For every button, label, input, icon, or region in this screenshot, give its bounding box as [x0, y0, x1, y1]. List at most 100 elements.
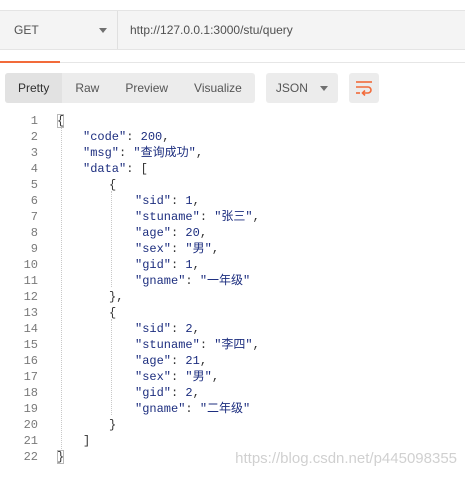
format-dropdown[interactable]: JSON — [265, 73, 338, 103]
json-value: 200 — [140, 130, 163, 144]
code-text: "sex": "男", — [135, 241, 219, 257]
json-punctuation: : — [171, 242, 186, 256]
line-number: 7 — [30, 210, 38, 224]
json-key: "age" — [135, 226, 172, 240]
code-text: }, — [109, 289, 123, 305]
code-text: "sex": "男", — [135, 369, 219, 385]
url-input[interactable]: http://127.0.0.1:3000/stu/query — [118, 11, 465, 49]
line-number: 12 — [23, 290, 38, 304]
code-line: 12}, — [0, 289, 465, 305]
request-bar: GET http://127.0.0.1:3000/stu/query — [0, 10, 465, 50]
line-number: 10 — [23, 258, 38, 272]
code-text: "stuname": "李四", — [135, 337, 260, 353]
line-number: 9 — [30, 242, 38, 256]
code-line: 17 "sex": "男", — [0, 369, 465, 385]
code-text: "gname": "一年级" — [135, 273, 250, 289]
json-key: "gid" — [135, 258, 172, 272]
json-punctuation: { — [57, 114, 65, 128]
wrap-lines-icon — [355, 81, 372, 96]
json-punctuation: , — [162, 130, 170, 144]
code-line: 15 "stuname": "李四", — [0, 337, 465, 353]
method-dropdown[interactable]: GET — [0, 11, 118, 49]
json-key: "stuname" — [135, 338, 200, 352]
response-toolbar: Pretty Raw Preview Visualize JSON — [5, 73, 379, 103]
code-line: 19 "gname": "二年级" — [0, 401, 465, 417]
response-body-editor[interactable]: 1{2 "code": 200, 3 "msg": "查询成功", 4 "data": [… — [0, 113, 465, 469]
json-punctuation: , — [252, 210, 260, 224]
json-punctuation: { — [109, 178, 117, 192]
json-punctuation: : — [199, 210, 215, 224]
json-key: "code" — [83, 130, 127, 144]
json-punctuation: , — [192, 322, 200, 336]
line-number: 21 — [23, 434, 38, 448]
url-text: http://127.0.0.1:3000/stu/query — [130, 23, 293, 37]
code-line: 6 "sid": 1, — [0, 193, 465, 209]
json-punctuation: : — [119, 146, 134, 160]
json-value: 2 — [185, 322, 193, 336]
json-punctuation: { — [109, 306, 117, 320]
json-punctuation: } — [57, 450, 65, 464]
json-value: 21 — [185, 354, 200, 368]
line-number: 5 — [30, 178, 38, 192]
code-line: 21] — [0, 433, 465, 449]
active-tab-indicator — [0, 61, 60, 63]
json-punctuation: , — [199, 354, 208, 368]
json-value: "查询成功" — [133, 146, 196, 160]
code-text: "data": [ — [83, 161, 148, 177]
json-value: "张三" — [214, 210, 253, 224]
json-punctuation: : — [171, 370, 186, 384]
code-text: "code": 200, — [83, 129, 169, 145]
line-number: 8 — [30, 226, 38, 240]
code-line: 3 "msg": "查询成功", — [0, 145, 465, 161]
code-text: "age": 20, — [135, 225, 207, 241]
json-punctuation: , — [199, 226, 208, 240]
tab-raw[interactable]: Raw — [62, 73, 112, 103]
json-punctuation: } — [109, 418, 117, 432]
json-punctuation: , — [211, 370, 220, 384]
json-key: "sex" — [135, 242, 172, 256]
view-mode-tabs: Pretty Raw Preview Visualize — [5, 73, 255, 103]
code-text: "sid": 2, — [135, 321, 200, 337]
wrap-lines-button[interactable] — [348, 73, 379, 103]
postman-response-view: GET http://127.0.0.1:3000/stu/query Pret… — [0, 0, 465, 479]
code-text: } — [57, 449, 64, 465]
code-text: ] — [83, 433, 90, 449]
json-value: "李四" — [214, 338, 253, 352]
json-punctuation: : — [171, 386, 186, 400]
code-line: 4 "data": [ — [0, 161, 465, 177]
tab-visualize[interactable]: Visualize — [181, 73, 255, 103]
json-key: "data" — [83, 162, 127, 176]
code-text: { — [109, 177, 116, 193]
json-punctuation: : — [185, 274, 200, 288]
json-value: "男" — [185, 242, 212, 256]
json-key: "age" — [135, 354, 172, 368]
code-line: 10 "gid": 1, — [0, 257, 465, 273]
code-text: "gname": "二年级" — [135, 401, 250, 417]
code-line: 2 "code": 200, — [0, 129, 465, 145]
json-key: "gid" — [135, 386, 172, 400]
json-key: "msg" — [83, 146, 120, 160]
code-line: 8 "age": 20, — [0, 225, 465, 241]
tab-underline-divider — [0, 62, 465, 63]
json-value: 1 — [185, 258, 193, 272]
json-punctuation: ] — [83, 434, 91, 448]
code-text: { — [109, 305, 116, 321]
json-value: "一年级" — [199, 274, 251, 288]
code-line: 11 "gname": "一年级" — [0, 273, 465, 289]
code-text: } — [109, 417, 116, 433]
watermark-text: https://blog.csdn.net/p445098355 — [235, 450, 457, 467]
tab-preview[interactable]: Preview — [112, 73, 181, 103]
line-number: 14 — [23, 322, 38, 336]
json-punctuation: , — [192, 258, 200, 272]
line-number: 4 — [30, 162, 38, 176]
format-label: JSON — [275, 81, 308, 95]
code-line: 1{ — [0, 113, 465, 129]
json-punctuation: }, — [109, 290, 124, 304]
code-line: 13 { — [0, 305, 465, 321]
json-punctuation: : — [171, 322, 186, 336]
line-number: 22 — [23, 450, 38, 464]
code-text: { — [57, 113, 64, 129]
json-punctuation: : — [185, 402, 200, 416]
tab-pretty[interactable]: Pretty — [5, 73, 63, 103]
json-value: 20 — [185, 226, 200, 240]
